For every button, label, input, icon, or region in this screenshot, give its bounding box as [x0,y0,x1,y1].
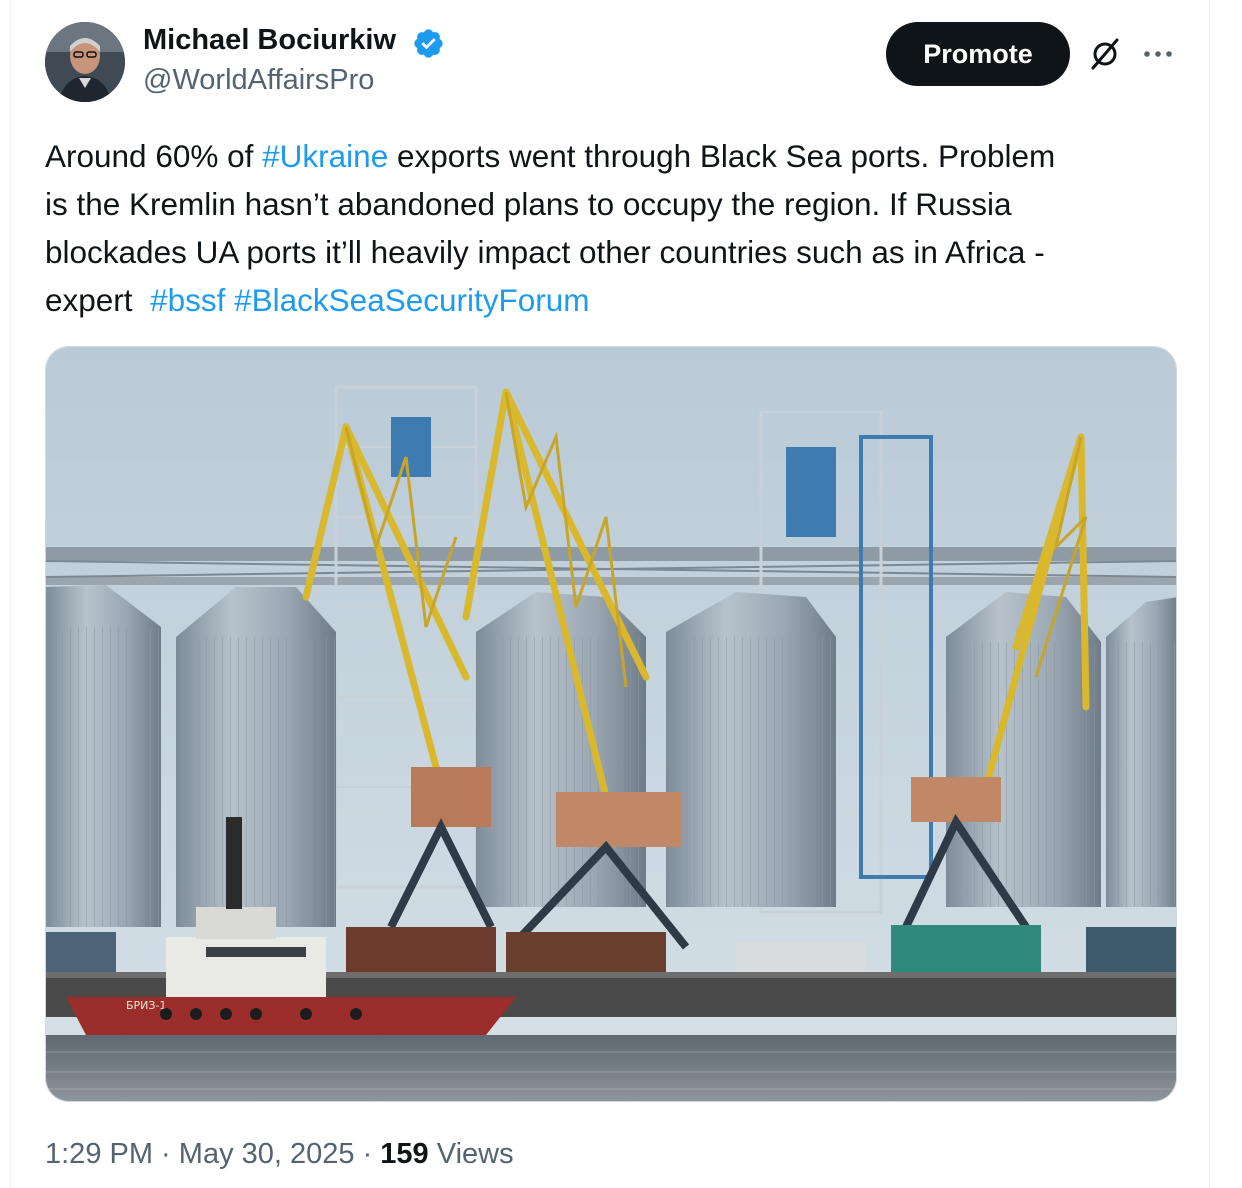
tweet-text-segment: expert [45,282,151,318]
tweet-line-1: Around 60% of #Ukraine exports went thro… [45,132,1185,180]
tweet-photo[interactable]: БРИЗ-1 [45,346,1177,1102]
grok-icon[interactable] [1087,36,1123,72]
port-photo-illustration: БРИЗ-1 [46,347,1176,1101]
avatar[interactable] [45,22,125,102]
right-border [1209,0,1210,1188]
hashtag-ukraine-link[interactable]: #Ukraine [262,138,388,174]
tweet-line-4: expert #bssf #BlackSeaSecurityForum [45,276,1185,324]
views-label: Views [428,1138,514,1170]
tweet-line-2: is the Kremlin hasn’t abandoned plans to… [45,186,1012,222]
meta-separator: · [354,1138,381,1170]
tweet-date[interactable]: May 30, 2025 [179,1138,355,1170]
tweet-metadata: 1:29 PM · May 30, 2025 · 159 Views [45,1138,514,1171]
vessel-name-label: БРИЗ-1 [126,999,166,1012]
tweet-line-3: blockades UA ports it’ll heavily impact … [45,234,1045,270]
left-border [10,0,11,1188]
tweet-time[interactable]: 1:29 PM [45,1138,153,1170]
hashtag-blackseasecurityforum-link[interactable]: #BlackSeaSecurityForum [234,282,589,318]
tweet-text: Around 60% of #Ukraine exports went thro… [45,132,1185,324]
views-count[interactable]: 159 [380,1138,428,1170]
author-name[interactable]: Michael Bociurkiw [143,24,396,57]
tweet-text-segment: Around 60% of [45,138,263,174]
verified-badge-icon [414,29,443,58]
promote-button[interactable]: Promote [886,22,1070,86]
hashtag-bssf-link[interactable]: #bssf [150,282,225,318]
tweet-text-segment: exports went through Black Sea ports. Pr… [388,138,1056,174]
meta-separator: · [153,1138,179,1170]
author-handle[interactable]: @WorldAffairsPro [143,64,374,97]
more-icon[interactable] [1140,36,1176,72]
